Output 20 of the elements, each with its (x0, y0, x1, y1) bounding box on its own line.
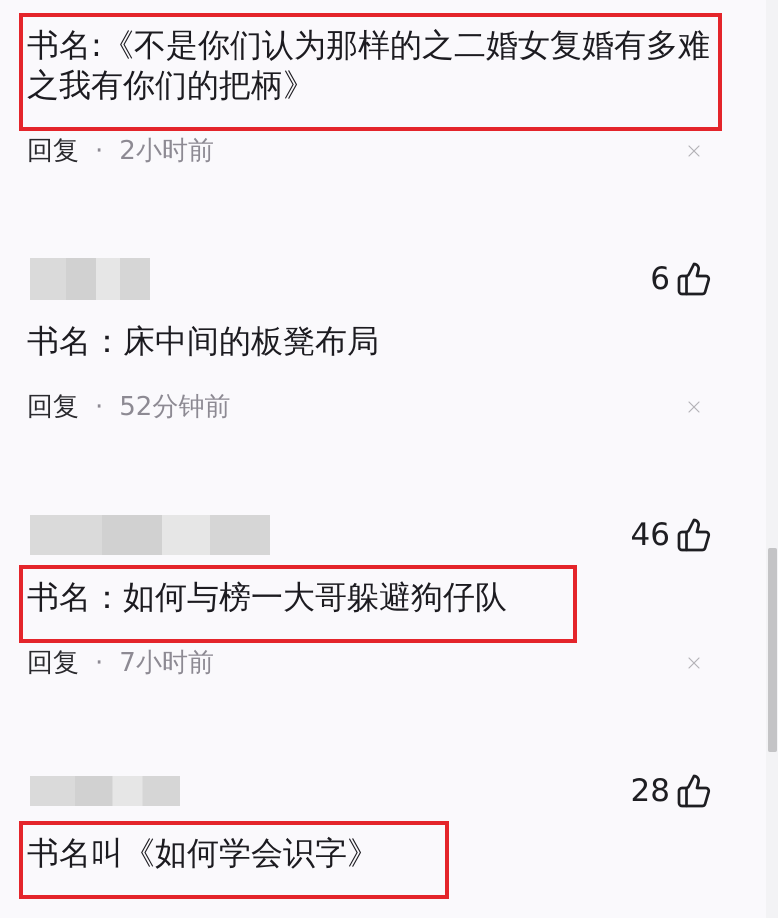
timestamp: 2小时前 (119, 135, 214, 168)
comment-text: 书名：床中间的板凳布局 (27, 321, 379, 361)
reply-button[interactable]: 回复 (27, 389, 79, 425)
comment-text: 书名：如何与榜一大哥躲避狗仔队 (27, 577, 507, 617)
comment-text: 书名叫《如何学会识字》 (27, 833, 379, 873)
like-button[interactable]: 6 (650, 261, 712, 297)
thumbs-up-icon (676, 261, 712, 297)
timestamp: 7小时前 (119, 647, 214, 680)
scrollbar-thumb[interactable] (768, 548, 776, 752)
timestamp: 52分钟前 (119, 391, 230, 424)
reply-button[interactable]: 回复 (27, 645, 79, 681)
like-button[interactable]: 46 (630, 517, 712, 553)
thumbs-up-icon (676, 773, 712, 809)
like-button[interactable]: 28 (630, 773, 712, 809)
separator: · (95, 135, 104, 168)
separator: · (95, 647, 104, 680)
reply-button[interactable]: 回复 (27, 133, 79, 169)
separator: · (95, 391, 104, 424)
comment-text: 书名:《不是你们认为那样的之二婚女复婚有多难之我有你们的把柄》 (27, 25, 711, 105)
thumbs-up-icon (676, 517, 712, 553)
